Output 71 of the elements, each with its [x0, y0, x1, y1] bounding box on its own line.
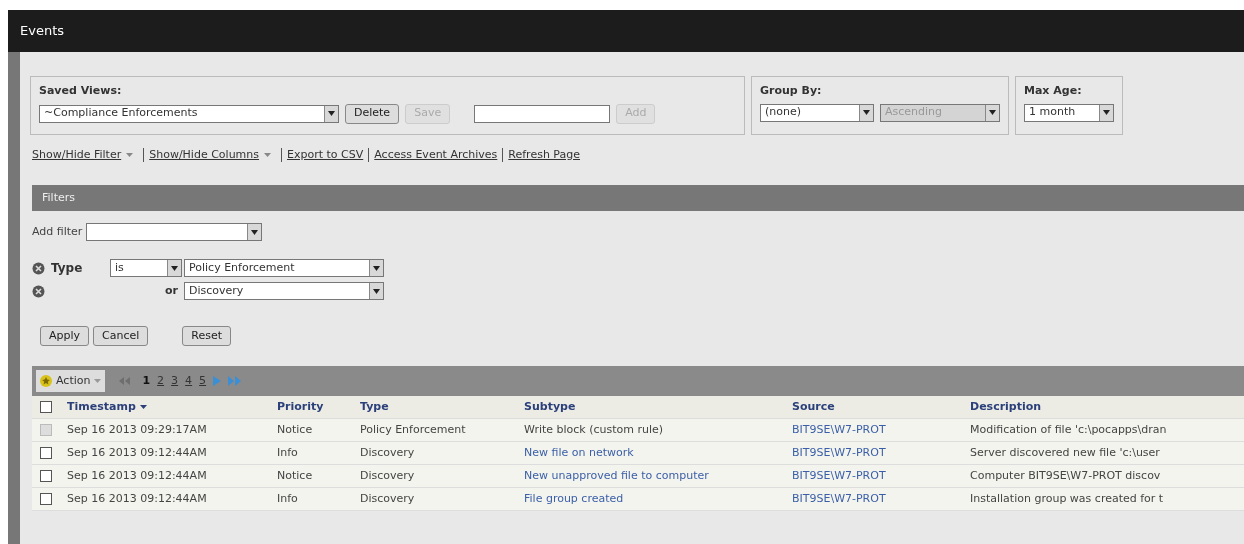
caret-icon — [126, 152, 134, 157]
remove-icon[interactable] — [32, 261, 45, 275]
caret-icon — [94, 379, 102, 384]
column-header[interactable]: Type — [360, 399, 389, 416]
caret-icon — [264, 152, 272, 157]
add-filter-select[interactable] — [86, 223, 263, 241]
column-header[interactable]: Description — [970, 399, 1042, 416]
table-cell-text: Installation group was created for t — [970, 491, 1165, 507]
table-cell-text: Info — [277, 445, 299, 461]
checkbox[interactable] — [40, 447, 52, 460]
panel-label: Max Age: — [1024, 83, 1083, 99]
field-label: Add filter — [32, 223, 83, 240]
checkbox[interactable] — [40, 470, 52, 483]
section-title: Filters — [42, 189, 75, 206]
sort-arrow-icon — [139, 405, 147, 410]
saved-view-select[interactable]: ~Compliance Enforcements — [39, 104, 339, 123]
table-link[interactable]: BIT9SE\W7-PROT — [792, 445, 970, 462]
view-name-field[interactable] — [474, 104, 611, 123]
toolbar-link[interactable]: Show/Hide Columns — [149, 146, 260, 163]
table-cell-text: Discovery — [360, 491, 416, 507]
remove-icon[interactable] — [32, 284, 45, 298]
panel-label: Group By: — [760, 83, 823, 99]
table-cell-text: Notice — [277, 468, 314, 484]
star-icon — [40, 375, 52, 388]
table-cell-text: Notice — [277, 422, 314, 438]
table-cell-text: Discovery — [360, 445, 416, 461]
table-cell-text: Sep 16 2013 09:29:17AM — [67, 422, 208, 438]
table-cell-text: Write block (custom rule) — [524, 422, 665, 438]
column-header[interactable]: Source — [792, 399, 835, 416]
table-cell-text: Server discovered new file 'c:\user — [970, 445, 1161, 461]
button[interactable]: Apply — [40, 326, 90, 347]
table-cell-text: Modification of file 'c:\pocapps\dran — [970, 422, 1168, 438]
table-cell-text: Info — [277, 491, 299, 507]
page-link[interactable]: 4 — [185, 373, 193, 390]
toolbar-link[interactable]: Access Event Archives — [374, 146, 498, 163]
checkbox[interactable] — [40, 493, 52, 506]
page-link[interactable]: 5 — [199, 373, 207, 390]
toolbar-link[interactable]: Refresh Page — [508, 146, 580, 163]
table-link[interactable]: New file on network — [524, 445, 792, 462]
group-by-select[interactable]: (none) — [760, 103, 874, 122]
page-link[interactable]: 2 — [157, 373, 165, 390]
filter-value-select[interactable]: Discovery — [184, 282, 384, 300]
table-link[interactable]: New unapproved file to computer — [524, 468, 792, 485]
button[interactable]: Delete — [345, 103, 400, 124]
page-link[interactable]: 3 — [171, 373, 179, 390]
operator-label: or — [164, 282, 179, 299]
table-cell-text: Sep 16 2013 09:12:44AM — [67, 491, 208, 507]
column-header[interactable]: Subtype — [524, 399, 576, 416]
column-header[interactable]: Timestamp — [67, 399, 136, 416]
filter-value-select[interactable]: Policy Enforcement — [184, 259, 384, 277]
max-age-select[interactable]: 1 month — [1024, 103, 1114, 122]
toolbar-link[interactable]: Show/Hide Filter — [32, 146, 122, 163]
window-title: Events — [20, 22, 64, 41]
operator-select[interactable]: is — [110, 259, 182, 277]
column-header[interactable]: Priority — [277, 399, 324, 416]
panel-label: Saved Views: — [39, 83, 123, 99]
table-cell-text: Policy Enforcement — [360, 422, 467, 438]
action-button[interactable]: Action — [36, 370, 106, 393]
toolbar-link[interactable]: Export to CSV — [287, 146, 364, 163]
page-link[interactable]: 1 — [142, 373, 151, 390]
checkbox[interactable] — [40, 401, 52, 414]
table-cell-text: Computer BIT9SE\W7-PROT discov — [970, 468, 1162, 484]
table-link[interactable]: BIT9SE\W7-PROT — [792, 468, 970, 485]
table-link[interactable]: File group created — [524, 491, 792, 508]
table-cell-text: Discovery — [360, 468, 416, 484]
filter-field-label: Type — [51, 260, 83, 277]
table-link[interactable]: BIT9SE\W7-PROT — [792, 491, 970, 508]
table-cell-text: Sep 16 2013 09:12:44AM — [67, 468, 208, 484]
table-cell-text: Sep 16 2013 09:12:44AM — [67, 445, 208, 461]
button[interactable]: Cancel — [93, 326, 149, 347]
button[interactable]: Reset — [182, 326, 232, 347]
